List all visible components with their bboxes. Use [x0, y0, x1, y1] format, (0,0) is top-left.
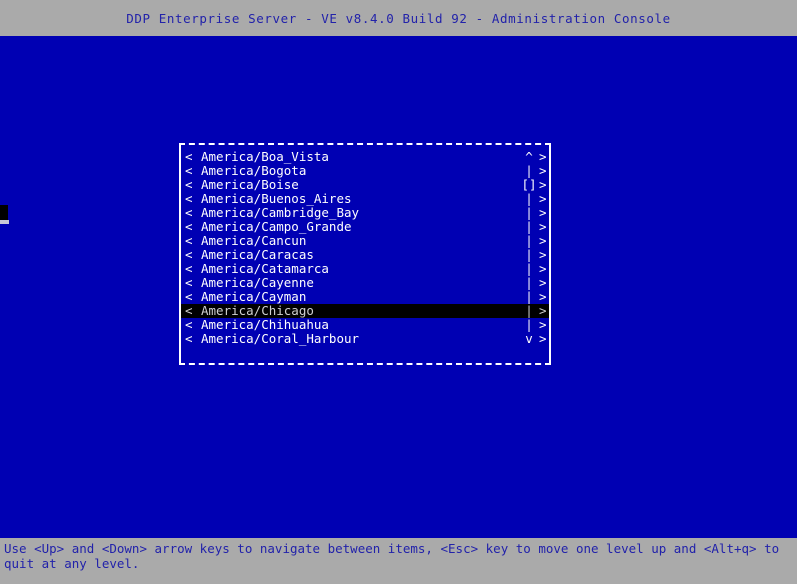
- menu-item-right-arrow-icon: >: [539, 261, 547, 276]
- menu-item-label: America/Chihuahua: [201, 317, 329, 332]
- menu-item-left-arrow-icon: <: [185, 233, 193, 248]
- scrollbar-track[interactable]: |: [521, 262, 537, 276]
- menu-item-label: America/Catamarca: [201, 261, 329, 276]
- menu-item[interactable]: < America/Coral_Harbour v >: [181, 332, 549, 346]
- scrollbar-track[interactable]: |: [521, 318, 537, 332]
- menu-item-right-arrow-icon: >: [539, 219, 547, 234]
- menu-item[interactable]: < America/Cambridge_Bay | >: [181, 206, 549, 220]
- menu-item-left-arrow-icon: <: [185, 261, 193, 276]
- menu-item-left-arrow-icon: <: [185, 149, 193, 164]
- menu-item[interactable]: < America/Buenos_Aires | >: [181, 192, 549, 206]
- menu-item-label: America/Cambridge_Bay: [201, 205, 360, 220]
- page-title: DDP Enterprise Server - VE v8.4.0 Build …: [126, 10, 671, 26]
- menu-item-right-arrow-icon: >: [539, 331, 547, 346]
- scrollbar-down-icon[interactable]: v: [521, 332, 537, 346]
- scrollbar-track[interactable]: |: [521, 234, 537, 248]
- menu-item-right-arrow-icon: >: [539, 275, 547, 290]
- menu-item-left-arrow-icon: <: [185, 191, 193, 206]
- menu-item-label: America/Cayman: [201, 289, 307, 304]
- menu-item-left-arrow-icon: <: [185, 247, 193, 262]
- console-screen: DDP Enterprise Server - VE v8.4.0 Build …: [0, 0, 797, 584]
- menu-item-left-arrow-icon: <: [185, 289, 193, 304]
- menu-item[interactable]: < America/Campo_Grande | >: [181, 220, 549, 234]
- menu-item[interactable]: < America/Cayman | >: [181, 290, 549, 304]
- menu-item-left-arrow-icon: <: [185, 163, 193, 178]
- menu-item-right-arrow-icon: >: [539, 289, 547, 304]
- menu-item-left-arrow-icon: <: [185, 317, 193, 332]
- menu-item-right-arrow-icon: >: [539, 191, 547, 206]
- menu-item[interactable]: < America/Chihuahua | >: [181, 318, 549, 332]
- menu-item-right-arrow-icon: >: [539, 149, 547, 164]
- scrollbar-thumb[interactable]: []: [521, 178, 537, 192]
- scrollbar-track[interactable]: |: [521, 304, 537, 318]
- scrollbar-up-icon[interactable]: ^: [521, 150, 537, 164]
- menu-item[interactable]: < America/Bogota | >: [181, 164, 549, 178]
- menu-item-right-arrow-icon: >: [539, 233, 547, 248]
- menu-item-label: America/Campo_Grande: [201, 219, 352, 234]
- menu-item-label: America/Cancun: [201, 233, 307, 248]
- menu-item-label: America/Coral_Harbour: [201, 331, 360, 346]
- menu-item-label: America/Bogota: [201, 163, 307, 178]
- menu-item-label: America/Boa_Vista: [201, 149, 329, 164]
- menu-item-left-arrow-icon: <: [185, 219, 193, 234]
- status-bar: Use <Up> and <Down> arrow keys to naviga…: [0, 538, 797, 584]
- menu-item-right-arrow-icon: >: [539, 163, 547, 178]
- menu-item-right-arrow-icon: >: [539, 205, 547, 220]
- menu-item[interactable]: < America/Cancun | >: [181, 234, 549, 248]
- menu-item-left-arrow-icon: <: [185, 177, 193, 192]
- menu-item[interactable]: < America/Cayenne | >: [181, 276, 549, 290]
- scrollbar-track[interactable]: |: [521, 206, 537, 220]
- console-body: < America/Boa_Vista ^ > < America/Bogota | > < Am…: [0, 36, 797, 538]
- menu-item-left-arrow-icon: <: [185, 205, 193, 220]
- menu-item-right-arrow-icon: >: [539, 177, 547, 192]
- menu-item[interactable]: < America/Caracas | >: [181, 248, 549, 262]
- menu-item-right-arrow-icon: >: [539, 317, 547, 332]
- scrollbar-track[interactable]: |: [521, 220, 537, 234]
- menu-item-label: America/Caracas: [201, 247, 314, 262]
- scrollbar-track[interactable]: |: [521, 164, 537, 178]
- menu-item[interactable]: < America/Boa_Vista ^ >: [181, 150, 549, 164]
- menu-item-left-arrow-icon: <: [185, 275, 193, 290]
- title-bar: DDP Enterprise Server - VE v8.4.0 Build …: [0, 0, 797, 36]
- menu-item-left-arrow-icon: <: [185, 331, 193, 346]
- menu-item-label: America/Cayenne: [201, 275, 314, 290]
- status-help-text: Use <Up> and <Down> arrow keys to naviga…: [4, 541, 787, 571]
- terminal-cursor: [0, 205, 8, 220]
- scrollbar-track[interactable]: |: [521, 248, 537, 262]
- menu-item[interactable]: < America/Catamarca | >: [181, 262, 549, 276]
- menu-item[interactable]: < America/Chicago | >: [181, 304, 549, 318]
- scrollbar-track[interactable]: |: [521, 290, 537, 304]
- menu-item-label: America/Buenos_Aires: [201, 191, 352, 206]
- menu-item-left-arrow-icon: <: [185, 303, 193, 318]
- menu-item[interactable]: < America/Boise [] >: [181, 178, 549, 192]
- timezone-menu-list[interactable]: < America/Boa_Vista ^ > < America/Bogota | > < Am…: [181, 150, 549, 346]
- menu-item-label: America/Boise: [201, 177, 299, 192]
- menu-item-label: America/Chicago: [201, 303, 314, 318]
- scrollbar-track[interactable]: |: [521, 276, 537, 290]
- scrollbar-track[interactable]: |: [521, 192, 537, 206]
- menu-item-right-arrow-icon: >: [539, 303, 547, 318]
- menu-item-right-arrow-icon: >: [539, 247, 547, 262]
- timezone-menu-dialog: < America/Boa_Vista ^ > < America/Bogota | > < Am…: [179, 143, 551, 365]
- terminal-cursor-underline: [0, 220, 9, 224]
